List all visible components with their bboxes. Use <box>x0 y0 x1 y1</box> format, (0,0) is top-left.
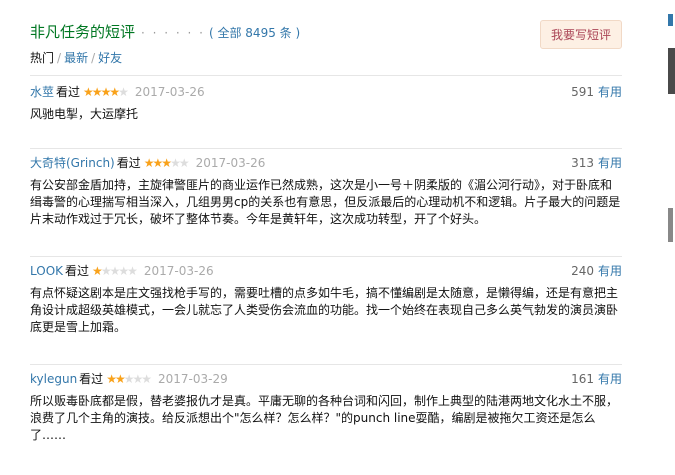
author-link[interactable]: 水莖 <box>30 85 54 99</box>
useful-button[interactable]: 有用 <box>598 156 622 170</box>
tab-hot[interactable]: 热门 <box>30 51 54 65</box>
watched-label: 看过 <box>116 156 141 170</box>
star-empty-icon: ★ <box>178 156 190 170</box>
watched-label: 看过 <box>65 264 90 278</box>
rating-stars: ★★★★★ <box>106 372 152 386</box>
author-link[interactable]: kylegun <box>30 372 77 386</box>
right-sidebar-edge <box>668 0 675 475</box>
vote-count: 240 <box>571 264 594 278</box>
useful-button[interactable]: 有用 <box>598 264 622 278</box>
vote-count: 161 <box>571 372 594 386</box>
star-empty-icon: ★ <box>132 372 143 386</box>
comment-date: 2017-03-29 <box>158 372 228 386</box>
star-filled-icon: ★ <box>83 85 94 99</box>
useful-button[interactable]: 有用 <box>598 85 622 99</box>
star-empty-icon: ★ <box>141 372 152 386</box>
comment-text: 风驰电掣，大运摩托 <box>30 107 139 121</box>
sidebar-image-fragment <box>668 48 675 94</box>
tab-friends[interactable]: 好友 <box>98 51 122 65</box>
star-empty-icon: ★ <box>100 264 112 278</box>
watched-label: 看过 <box>56 85 81 99</box>
vote-area: 161 有用 <box>571 366 622 392</box>
comment-date: 2017-03-26 <box>143 264 214 278</box>
comment-header: kylegun 看过 ★★★★★ 2017-03-29 161 有用 <box>30 366 622 392</box>
comment-item: 水莖 看过 ★★★★★ 2017-03-26 591 有用 风驰电掣，大运摩托 <box>30 75 622 148</box>
rating-stars: ★★★★★ <box>143 156 190 170</box>
vote-area: 240 有用 <box>571 258 622 284</box>
comment-text: 有公安部金盾加持，主旋律警匪片的商业运作已然成熟，这次是小一号＋阴柔版的《湄公河… <box>30 178 621 226</box>
sidebar-fragment <box>668 14 673 26</box>
star-filled-icon: ★ <box>92 264 103 278</box>
comment-item: kylegun 看过 ★★★★★ 2017-03-29 161 有用 所以贩毒卧底都是假… <box>30 364 622 465</box>
star-empty-icon: ★ <box>118 264 129 278</box>
comment-date: 2017-03-26 <box>134 85 205 99</box>
comment-date: 2017-03-26 <box>195 156 266 170</box>
author-link[interactable]: 大奇特(Grinch) <box>30 156 115 170</box>
all-comments-link[interactable]: ( 全部 8495 条 ) <box>209 26 300 40</box>
section-title-text: 非凡任务的短评 <box>30 23 136 41</box>
comment-header: 大奇特(Grinch) 看过 ★★★★★ 2017-03-26 313 有用 <box>30 150 622 176</box>
star-filled-icon: ★ <box>152 156 164 170</box>
rating-stars: ★★★★★ <box>83 85 129 99</box>
vote-area: 313 有用 <box>571 150 622 176</box>
tab-latest[interactable]: 最新 <box>64 51 88 65</box>
watched-label: 看过 <box>79 372 104 386</box>
tab-separator: / <box>57 51 62 65</box>
star-filled-icon: ★ <box>143 156 155 170</box>
rating-stars: ★★★★★ <box>92 264 138 278</box>
comment-text: 所以贩毒卧底都是假，替老婆报仇才是真。平庸无聊的各种台词和闪回，制作上典型的陆港… <box>30 394 619 442</box>
comment-list: 水莖 看过 ★★★★★ 2017-03-26 591 有用 风驰电掣，大运摩托 大奇特(… <box>30 75 622 465</box>
comment-item: LOOK 看过 ★★★★★ 2017-03-26 240 有用 有点怀疑这剧本是庄文强找… <box>30 256 622 364</box>
star-empty-icon: ★ <box>170 156 181 170</box>
vote-count: 313 <box>571 156 594 170</box>
vote-count: 591 <box>571 85 594 99</box>
vote-area: 591 有用 <box>571 79 622 105</box>
star-filled-icon: ★ <box>161 156 172 170</box>
write-comment-button[interactable]: 我要写短评 <box>539 20 622 49</box>
comment-header: 水莖 看过 ★★★★★ 2017-03-26 591 有用 <box>30 79 622 105</box>
star-filled-icon: ★ <box>109 85 120 99</box>
comment-header: LOOK 看过 ★★★★★ 2017-03-26 240 有用 <box>30 258 622 284</box>
author-link[interactable]: LOOK <box>30 264 63 278</box>
section-title: 非凡任务的短评 · · · · · · ( 全部 8495 条 ) <box>30 21 300 42</box>
comments-section: 非凡任务的短评 · · · · · · ( 全部 8495 条 ) 我要写短评 热门… <box>30 0 622 465</box>
comment-text: 有点怀疑这剧本是庄文强找枪手写的，需要吐槽的点多如牛毛，搞不懂编剧是太随意，是懒… <box>30 286 619 334</box>
star-filled-icon: ★ <box>91 85 103 99</box>
useful-button[interactable]: 有用 <box>598 372 622 386</box>
section-header: 非凡任务的短评 · · · · · · ( 全部 8495 条 ) 我要写短评 <box>30 0 622 49</box>
sidebar-fragment <box>668 208 673 242</box>
star-empty-icon: ★ <box>118 85 129 99</box>
sort-tabs: 热门 / 最新 / 好友 <box>30 48 622 68</box>
star-filled-icon: ★ <box>100 85 112 99</box>
comment-item: 大奇特(Grinch) 看过 ★★★★★ 2017-03-26 313 有用 有公安部金… <box>30 148 622 256</box>
star-filled-icon: ★ <box>106 372 117 386</box>
tab-separator: / <box>91 51 96 65</box>
star-filled-icon: ★ <box>114 372 126 386</box>
title-dots: · · · · · · <box>141 26 205 40</box>
star-empty-icon: ★ <box>127 264 138 278</box>
